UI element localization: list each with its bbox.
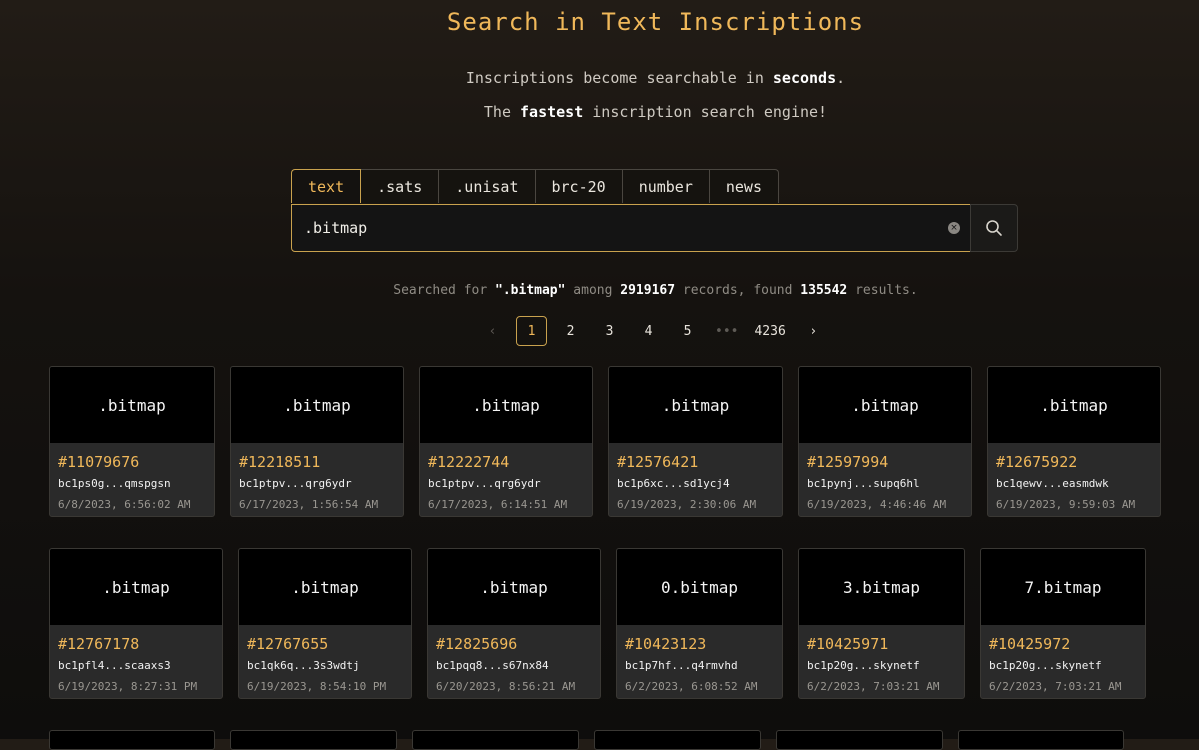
inscription-address[interactable]: bc1p20g...skynetf bbox=[807, 655, 956, 677]
tab-number[interactable]: number bbox=[622, 169, 710, 203]
inscription-number[interactable]: #12767178 bbox=[58, 633, 214, 655]
page-2[interactable]: 2 bbox=[555, 316, 586, 346]
pagination: ‹ 1 2 3 4 5 ••• 4236 › bbox=[477, 316, 837, 346]
inscription-address[interactable]: bc1ps0g...qmspgsn bbox=[58, 473, 206, 495]
search-box: × bbox=[291, 204, 971, 252]
page-5[interactable]: 5 bbox=[672, 316, 703, 346]
inscription-number[interactable]: #10425972 bbox=[989, 633, 1137, 655]
tab-sats[interactable]: .sats bbox=[361, 169, 440, 203]
inscription-preview: .bitmap bbox=[609, 367, 782, 443]
inscription-preview: 7.bitmap bbox=[981, 549, 1145, 625]
inscription-address[interactable]: bc1pfl4...scaaxs3 bbox=[58, 655, 214, 677]
pagination-ellipsis[interactable]: ••• bbox=[711, 316, 742, 346]
inscription-preview: .bitmap bbox=[50, 367, 214, 443]
search-input[interactable] bbox=[292, 219, 948, 237]
inscription-time: 6/17/2023, 1:56:54 AM bbox=[239, 498, 379, 511]
inscription-preview: .bitmap bbox=[231, 367, 403, 443]
inscription-time: 6/8/2023, 6:56:02 AM bbox=[58, 498, 191, 511]
inscription-number[interactable]: #12767655 bbox=[247, 633, 403, 655]
subtitle-fastest: The fastest inscription search engine! bbox=[483, 103, 828, 121]
tab-text[interactable]: text bbox=[291, 169, 362, 203]
inscription-time: 6/19/2023, 8:27:31 PM bbox=[58, 680, 198, 693]
inscription-time: 6/19/2023, 9:59:03 AM bbox=[996, 498, 1136, 511]
prev-page-button[interactable]: ‹ bbox=[477, 316, 508, 346]
inscription-time: 6/2/2023, 7:03:21 AM bbox=[807, 680, 940, 693]
inscription-card-partial[interactable] bbox=[776, 730, 943, 750]
inscription-time: 6/2/2023, 6:08:52 AM bbox=[625, 680, 758, 693]
inscription-address[interactable]: bc1pynj...supq6hl bbox=[807, 473, 963, 495]
inscription-address[interactable]: bc1qk6q...3s3wdtj bbox=[247, 655, 403, 677]
inscription-preview: .bitmap bbox=[420, 367, 592, 443]
inscription-card[interactable]: .bitmap #12576421 bc1p6xc...sd1ycj4 6/19/2… bbox=[608, 366, 783, 517]
search-button[interactable] bbox=[970, 204, 1018, 252]
inscription-card-partial[interactable] bbox=[412, 730, 579, 750]
inscription-card-partial[interactable] bbox=[594, 730, 761, 750]
inscription-number[interactable]: #12222744 bbox=[428, 451, 584, 473]
inscription-address[interactable]: bc1p7hf...q4rmvhd bbox=[625, 655, 774, 677]
inscription-card[interactable]: 0.bitmap #10423123 bc1p7hf...q4rmvhd 6/2/2… bbox=[616, 548, 783, 699]
inscription-card[interactable]: .bitmap #11079676 bc1ps0g...qmspgsn 6/8/20… bbox=[49, 366, 215, 517]
inscription-card[interactable]: .bitmap #12222744 bc1ptpv...qrg6ydr 6/17/2… bbox=[419, 366, 593, 517]
inscription-address[interactable]: bc1ptpv...qrg6ydr bbox=[428, 473, 584, 495]
inscription-number[interactable]: #12675922 bbox=[996, 451, 1152, 473]
inscription-preview: 0.bitmap bbox=[617, 549, 782, 625]
page-1[interactable]: 1 bbox=[516, 316, 547, 346]
inscription-preview: 3.bitmap bbox=[799, 549, 964, 625]
page-3[interactable]: 3 bbox=[594, 316, 625, 346]
inscription-number[interactable]: #10423123 bbox=[625, 633, 774, 655]
tab-brc20[interactable]: brc-20 bbox=[535, 169, 623, 203]
inscription-number[interactable]: #12825696 bbox=[436, 633, 592, 655]
inscription-card-partial[interactable] bbox=[49, 730, 215, 750]
inscription-address[interactable]: bc1p6xc...sd1ycj4 bbox=[617, 473, 774, 495]
inscription-number[interactable]: #10425971 bbox=[807, 633, 956, 655]
page-last[interactable]: 4236 bbox=[750, 316, 789, 346]
inscription-card[interactable]: .bitmap #12675922 bc1qewv...easmdwk 6/19/2… bbox=[987, 366, 1161, 517]
inscription-card-partial[interactable] bbox=[958, 730, 1124, 750]
inscription-time: 6/19/2023, 8:54:10 PM bbox=[247, 680, 387, 693]
inscription-address[interactable]: bc1ptpv...qrg6ydr bbox=[239, 473, 395, 495]
inscription-preview: .bitmap bbox=[799, 367, 971, 443]
inscription-address[interactable]: bc1qewv...easmdwk bbox=[996, 473, 1152, 495]
inscription-number[interactable]: #12576421 bbox=[617, 451, 774, 473]
inscription-preview: .bitmap bbox=[988, 367, 1160, 443]
inscription-number[interactable]: #11079676 bbox=[58, 451, 206, 473]
inscription-preview: .bitmap bbox=[50, 549, 222, 625]
inscription-preview: .bitmap bbox=[428, 549, 600, 625]
inscription-time: 6/19/2023, 2:30:06 AM bbox=[617, 498, 757, 511]
inscription-card[interactable]: .bitmap #12597994 bc1pynj...supq6hl 6/19/2… bbox=[798, 366, 972, 517]
next-page-button[interactable]: › bbox=[798, 316, 829, 346]
inscription-card[interactable]: .bitmap #12825696 bc1pqq8...s67nx84 6/20/2… bbox=[427, 548, 601, 699]
inscription-card[interactable]: .bitmap #12767178 bc1pfl4...scaaxs3 6/19/2… bbox=[49, 548, 223, 699]
inscription-time: 6/19/2023, 4:46:46 AM bbox=[807, 498, 947, 511]
tab-unisat[interactable]: .unisat bbox=[439, 169, 536, 203]
inscription-card[interactable]: .bitmap #12218511 bc1ptpv...qrg6ydr 6/17/2… bbox=[230, 366, 404, 517]
inscription-number[interactable]: #12597994 bbox=[807, 451, 963, 473]
page-title: Search in Text Inscriptions bbox=[446, 8, 865, 36]
inscription-card[interactable]: 3.bitmap #10425971 bc1p20g...skynetf 6/2/2… bbox=[798, 548, 965, 699]
inscription-time: 6/20/2023, 8:56:21 AM bbox=[436, 680, 576, 693]
inscription-address[interactable]: bc1pqq8...s67nx84 bbox=[436, 655, 592, 677]
inscription-card[interactable]: 7.bitmap #10425972 bc1p20g...skynetf 6/2/2… bbox=[980, 548, 1146, 699]
inscription-number[interactable]: #12218511 bbox=[239, 451, 395, 473]
subtitle-speed: Inscriptions become searchable in second… bbox=[465, 69, 846, 87]
inscription-preview: .bitmap bbox=[239, 549, 411, 625]
inscription-time: 6/2/2023, 7:03:21 AM bbox=[989, 680, 1122, 693]
inscription-time: 6/17/2023, 6:14:51 AM bbox=[428, 498, 568, 511]
clear-icon[interactable]: × bbox=[948, 222, 960, 234]
result-summary: Searched for ".bitmap" among 2919167 rec… bbox=[393, 283, 918, 298]
inscription-address[interactable]: bc1p20g...skynetf bbox=[989, 655, 1137, 677]
search-tabs: text .sats .unisat brc-20 number news bbox=[291, 169, 779, 203]
tab-news[interactable]: news bbox=[709, 169, 779, 203]
page-4[interactable]: 4 bbox=[633, 316, 664, 346]
inscription-card[interactable]: .bitmap #12767655 bc1qk6q...3s3wdtj 6/19/2… bbox=[238, 548, 412, 699]
search-icon bbox=[986, 220, 1002, 236]
inscription-card-partial[interactable] bbox=[230, 730, 397, 750]
